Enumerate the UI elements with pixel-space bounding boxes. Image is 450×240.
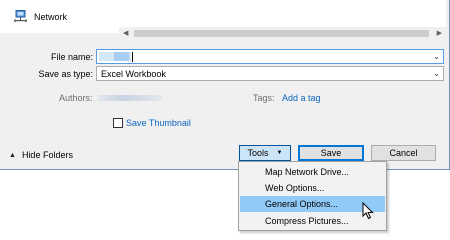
- menu-item-map-network-drive[interactable]: Map Network Drive...: [240, 164, 385, 180]
- hide-folders-label: Hide Folders: [21, 150, 73, 160]
- scroll-right-icon[interactable]: ▶: [437, 30, 442, 37]
- add-tag-link[interactable]: Add a tag: [282, 93, 321, 103]
- triangle-down-icon: ▼: [276, 150, 283, 156]
- tools-button[interactable]: Tools ▼: [239, 145, 291, 161]
- scroll-left-icon[interactable]: ◀: [123, 30, 128, 37]
- save-as-dialog: Network ◀ ▶ File name: ⌄ Save as type: E…: [0, 0, 450, 170]
- chevron-up-icon: ▲: [9, 151, 16, 159]
- navigation-pane: Network: [0, 0, 119, 33]
- cancel-button[interactable]: Cancel: [371, 145, 436, 161]
- cancel-label: Cancel: [389, 148, 418, 158]
- authors-value[interactable]: [98, 95, 162, 101]
- file-list-area[interactable]: [119, 0, 446, 27]
- chevron-down-icon[interactable]: ⌄: [433, 69, 440, 78]
- horizontal-scrollbar[interactable]: ◀ ▶: [119, 28, 446, 39]
- nav-network-label: Network: [34, 11, 68, 22]
- menu-item-web-options[interactable]: Web Options...: [240, 180, 385, 196]
- chevron-down-icon[interactable]: ⌄: [433, 52, 440, 61]
- tags-label: Tags:: [253, 93, 275, 103]
- save-thumbnail-checkbox[interactable]: [113, 118, 123, 128]
- hide-folders-button[interactable]: ▲ Hide Folders: [9, 150, 73, 160]
- tools-label: Tools: [247, 148, 269, 158]
- save-as-type-select[interactable]: Excel Workbook ⌄: [96, 66, 444, 81]
- network-icon: [13, 10, 28, 23]
- save-as-type-label: Save as type:: [38, 69, 93, 79]
- authors-label: Authors:: [59, 93, 93, 103]
- text-caret: [132, 52, 133, 62]
- scrollbar-thumb[interactable]: [134, 30, 429, 37]
- tools-dropdown-menu: Map Network Drive... Web Options... Gene…: [238, 161, 387, 231]
- file-name-label: File name:: [50, 52, 93, 62]
- file-name-field[interactable]: ⌄: [96, 49, 444, 64]
- save-button[interactable]: Save: [298, 145, 364, 161]
- file-name-selection-highlight: [114, 52, 129, 61]
- save-thumbnail-label[interactable]: Save Thumbnail: [126, 118, 191, 128]
- save-label: Save: [320, 148, 342, 158]
- mouse-pointer-icon: [362, 201, 376, 220]
- nav-item-network[interactable]: Network: [13, 10, 67, 23]
- save-as-type-value: Excel Workbook: [101, 69, 166, 79]
